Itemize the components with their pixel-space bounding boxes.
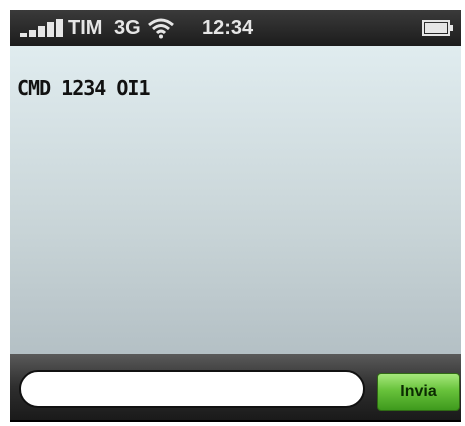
message-area: CMD 1234 OI1 (10, 46, 461, 354)
carrier-name: TIM (68, 17, 103, 39)
battery-icon (422, 20, 453, 36)
clock: 12:34 (202, 17, 254, 39)
status-bar: TIM 3G 12:34 (10, 10, 461, 46)
message-input[interactable] (19, 370, 365, 408)
signal-bars-icon (20, 19, 63, 37)
message-text: CMD 1234 OI1 (17, 76, 150, 100)
phone-screen: TIM 3G 12:34 CMD 1234 OI1 Invia (10, 10, 461, 422)
network-type: 3G (114, 17, 141, 39)
send-button[interactable]: Invia (377, 373, 460, 411)
wifi-icon (148, 18, 174, 39)
compose-bar: Invia (10, 354, 461, 420)
